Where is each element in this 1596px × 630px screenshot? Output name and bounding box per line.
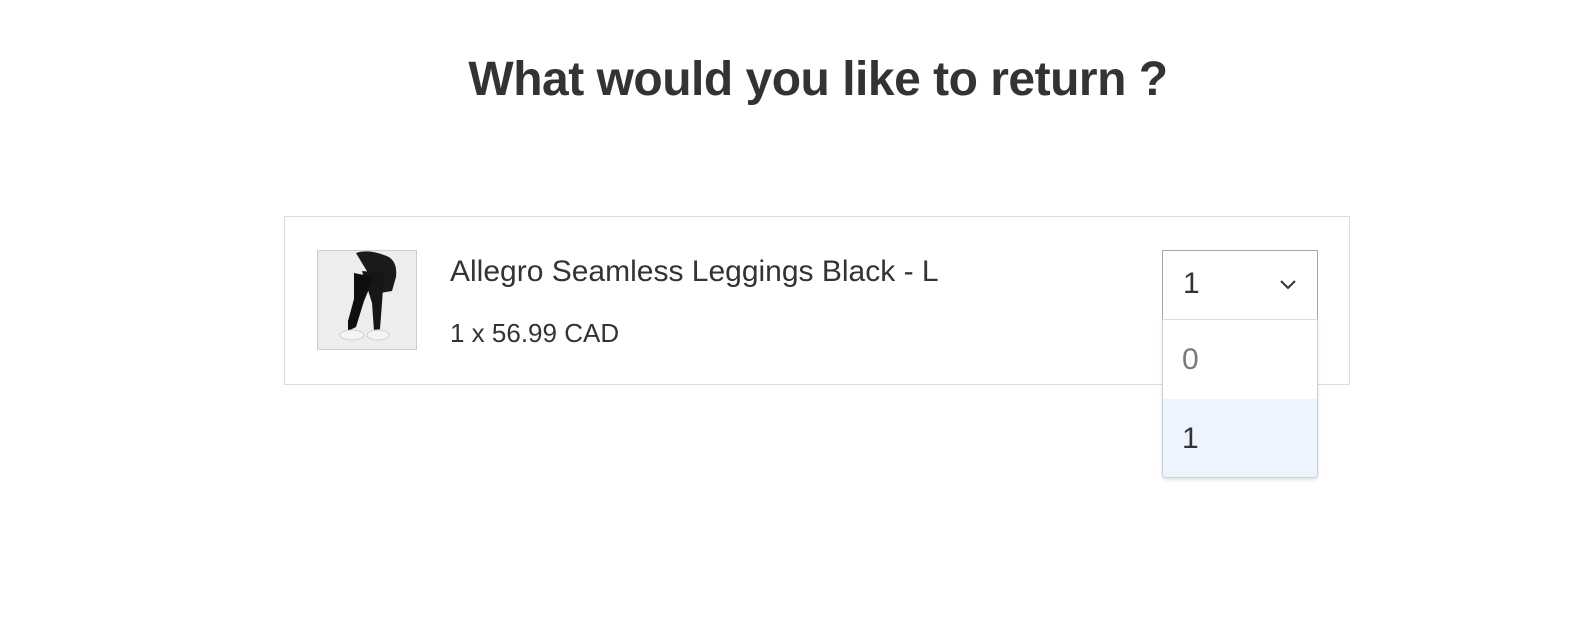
leggings-image-icon [318,251,416,349]
chevron-down-icon [1280,280,1296,290]
quantity-selected-value: 1 [1183,267,1200,300]
return-page: What would you like to return ? Allegro … [0,0,1596,630]
product-price-line: 1 x 56.99 CAD [450,318,620,348]
quantity-option-0[interactable]: 0 [1163,320,1317,399]
quantity-select[interactable]: 1 [1162,250,1318,320]
quantity-option-1[interactable]: 1 [1163,399,1317,477]
quantity-dropdown-menu: 0 1 [1162,320,1318,478]
page-title: What would you like to return ? [468,53,1168,106]
product-thumbnail [317,250,417,350]
product-name: Allegro Seamless Leggings Black - L [450,255,939,288]
